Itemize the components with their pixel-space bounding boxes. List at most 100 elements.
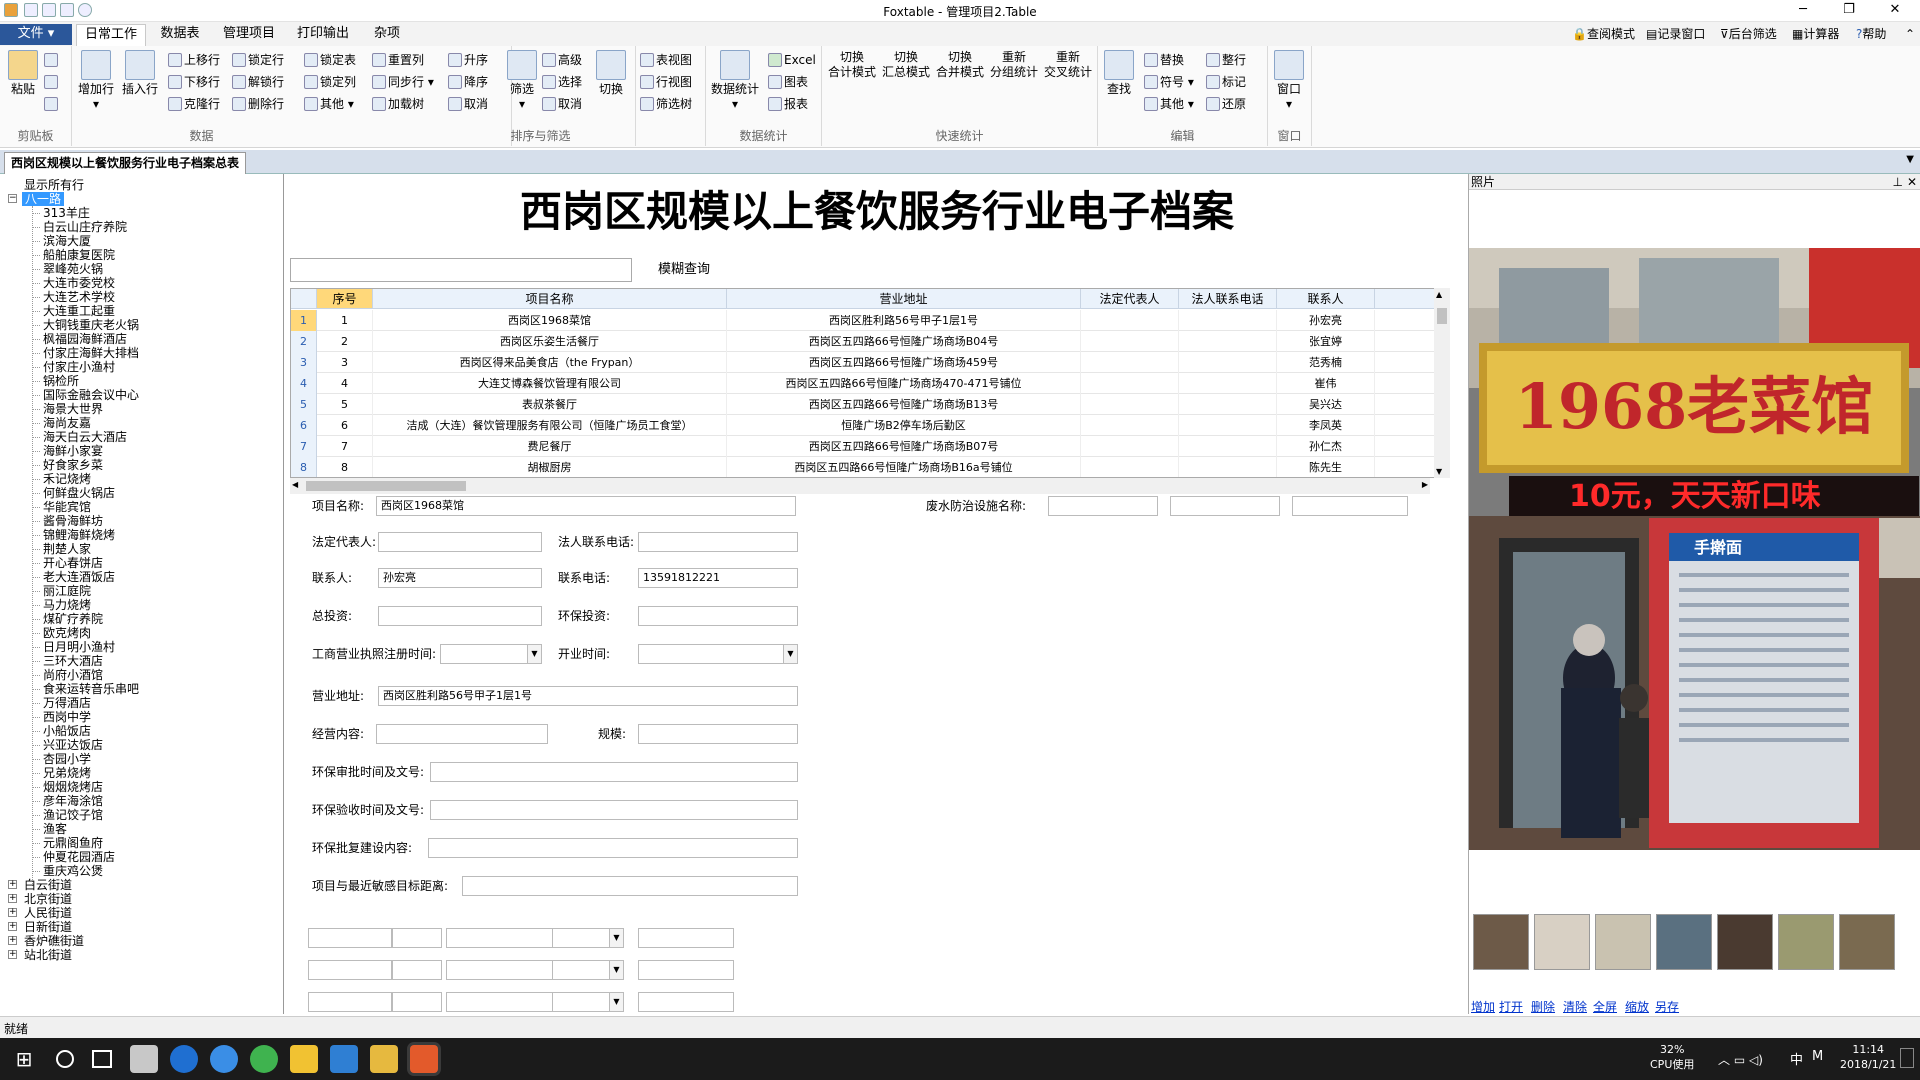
table-cell[interactable]: 8	[317, 457, 373, 477]
sort-asc-button[interactable]: 升序	[448, 50, 488, 70]
tree-node[interactable]: 何鲜盘火锅店	[43, 486, 115, 500]
table-cell[interactable]	[1179, 436, 1277, 457]
tree-node[interactable]: 海尚友嘉	[43, 416, 91, 430]
legal-rep-field[interactable]	[378, 532, 542, 552]
table-cell[interactable]	[1179, 394, 1277, 415]
expand-icon[interactable]: +	[8, 922, 17, 931]
photo-link-5[interactable]: 缩放	[1625, 998, 1649, 1015]
tree-node[interactable]: 大连市委党校	[43, 276, 115, 290]
address-field[interactable]: 西岗区胜利路56号甲子1层1号	[378, 686, 798, 706]
tree-node[interactable]: 日月明小渔村	[43, 640, 115, 654]
distance-field[interactable]	[462, 876, 798, 896]
restore-button-ribbon[interactable]: 还原	[1206, 94, 1246, 114]
tree-node[interactable]: 付家庄小渔村	[43, 360, 115, 374]
toggle-summary-button[interactable]: 切换 汇总模式	[880, 50, 932, 80]
table-cell[interactable]: 西岗区五四路66号恒隆广场商场B16a号铺位	[727, 457, 1081, 477]
extra-field[interactable]	[446, 928, 562, 948]
tree-node[interactable]: 杏园小学	[43, 752, 91, 766]
move-down-button[interactable]: 下移行	[168, 72, 220, 92]
tree-node[interactable]: 海天白云大酒店	[43, 430, 127, 444]
table-cell[interactable]: 胡椒厨房	[373, 457, 727, 477]
scroll-right-icon[interactable]: ▶	[1422, 480, 1428, 489]
table-cell[interactable]	[1375, 331, 1437, 352]
table-cell[interactable]	[1081, 394, 1179, 415]
clone-row-button[interactable]: 克隆行	[168, 94, 220, 114]
row-number[interactable]: 5	[291, 394, 317, 415]
tree-node-street[interactable]: 北京街道	[24, 892, 72, 906]
tree-node[interactable]: 翠峰苑火锅	[43, 262, 103, 276]
table-row[interactable]: 1 1 西岗区1968菜馆 西岗区胜利路56号甲子1层1号 孙宏亮	[291, 310, 1449, 331]
tree-node[interactable]: 兄弟烧烤	[43, 766, 91, 780]
row-number[interactable]: 7	[291, 436, 317, 457]
tree-node-street[interactable]: 站北街道	[24, 948, 72, 962]
photo-thumbnail[interactable]	[1656, 914, 1712, 970]
dropdown-arrow-icon[interactable]: ▼	[783, 645, 797, 663]
clock[interactable]: 11:14 2018/1/21	[1840, 1042, 1896, 1072]
table-cell[interactable]	[1375, 415, 1437, 436]
row-number[interactable]: 1	[291, 310, 317, 331]
tab-daily-work[interactable]: 日常工作	[76, 24, 146, 46]
photo-link-1[interactable]: 打开	[1499, 998, 1523, 1015]
table-cell[interactable]	[1375, 394, 1437, 415]
table-row[interactable]: 4 4 大连艾博森餐饮管理有限公司 西岗区五四路66号恒隆广场商场470-471号铺位…	[291, 373, 1449, 394]
table-cell[interactable]: 4	[317, 373, 373, 394]
tab-dropdown-icon[interactable]: ▼	[1906, 154, 1914, 165]
notes-icon[interactable]	[290, 1045, 318, 1073]
row-number[interactable]: 4	[291, 373, 317, 394]
hscroll-thumb[interactable]	[306, 481, 466, 491]
replace-button[interactable]: 替换	[1144, 50, 1184, 70]
table-cell[interactable]: 张宜婷	[1277, 331, 1375, 352]
scroll-down-icon[interactable]: ▼	[1436, 467, 1442, 476]
table-cell[interactable]	[1375, 352, 1437, 373]
photo-link-0[interactable]: 增加	[1471, 998, 1495, 1015]
tree-node[interactable]: 禾记烧烤	[43, 472, 91, 486]
tree-node[interactable]: 丽江庭院	[43, 584, 91, 598]
tab-data-table[interactable]: 数据表	[150, 24, 210, 46]
row-number[interactable]: 2	[291, 331, 317, 352]
scroll-up-icon[interactable]: ▲	[1436, 290, 1442, 299]
col-header-address[interactable]: 营业地址	[727, 289, 1081, 309]
tree-node[interactable]: 食来运转音乐串吧	[43, 682, 139, 696]
tree-node[interactable]: 船舶康复医院	[43, 248, 115, 262]
expand-icon[interactable]: +	[8, 908, 17, 917]
background-filter-button[interactable]: ⊽后台筛选	[1720, 26, 1777, 42]
filter-toggle-button[interactable]: 切换	[594, 50, 628, 97]
row-number[interactable]: 6	[291, 415, 317, 436]
table-cell[interactable]: 7	[317, 436, 373, 457]
extra-field[interactable]: ▼	[552, 960, 624, 980]
dropdown-arrow-icon[interactable]: ▼	[527, 645, 541, 663]
photo-thumbnail[interactable]	[1595, 914, 1651, 970]
excel-button[interactable]: Excel	[768, 50, 816, 70]
expand-icon[interactable]: +	[8, 950, 17, 959]
task-view-icon[interactable]	[92, 1050, 112, 1068]
table-cell[interactable]: 3	[317, 352, 373, 373]
tab-print-output[interactable]: 打印输出	[288, 24, 358, 46]
env-reply-field[interactable]	[428, 838, 798, 858]
col-header-legal-phone[interactable]: 法人联系电话	[1179, 289, 1277, 309]
table-cell[interactable]	[1179, 310, 1277, 331]
photo-thumbnail[interactable]	[1778, 914, 1834, 970]
table-cell[interactable]: 表叔茶餐厅	[373, 394, 727, 415]
table-cell[interactable]	[1375, 457, 1437, 477]
table-cell[interactable]: 陈先生	[1277, 457, 1375, 477]
unlock-row-button[interactable]: 解锁行	[232, 72, 284, 92]
scale-field[interactable]	[638, 724, 798, 744]
tree-node[interactable]: 渔记饺子馆	[43, 808, 103, 822]
table-cell[interactable]: 西岗区五四路66号恒隆广场商场B13号	[727, 394, 1081, 415]
scroll-thumb[interactable]	[1437, 308, 1447, 324]
tree-node[interactable]: 西岗中学	[43, 710, 91, 724]
table-cell[interactable]	[1081, 310, 1179, 331]
close-icon[interactable]: ✕	[1907, 174, 1917, 190]
table-cell[interactable]	[1179, 415, 1277, 436]
help-button[interactable]: ?帮助	[1856, 26, 1886, 42]
table-cell[interactable]: 李凤英	[1277, 415, 1375, 436]
delete-row-button[interactable]: 删除行	[232, 94, 284, 114]
cut-button[interactable]	[44, 72, 60, 92]
tree-node[interactable]: 酱骨海鲜坊	[43, 514, 103, 528]
insert-row-button[interactable]: 插入行	[120, 50, 160, 97]
table-cell[interactable]	[1375, 436, 1437, 457]
table-cell[interactable]: 范秀楠	[1277, 352, 1375, 373]
table-row[interactable]: 5 5 表叔茶餐厅 西岗区五四路66号恒隆广场商场B13号 吴兴达	[291, 394, 1449, 415]
extra-field[interactable]	[308, 928, 392, 948]
table-cell[interactable]	[1375, 310, 1437, 331]
